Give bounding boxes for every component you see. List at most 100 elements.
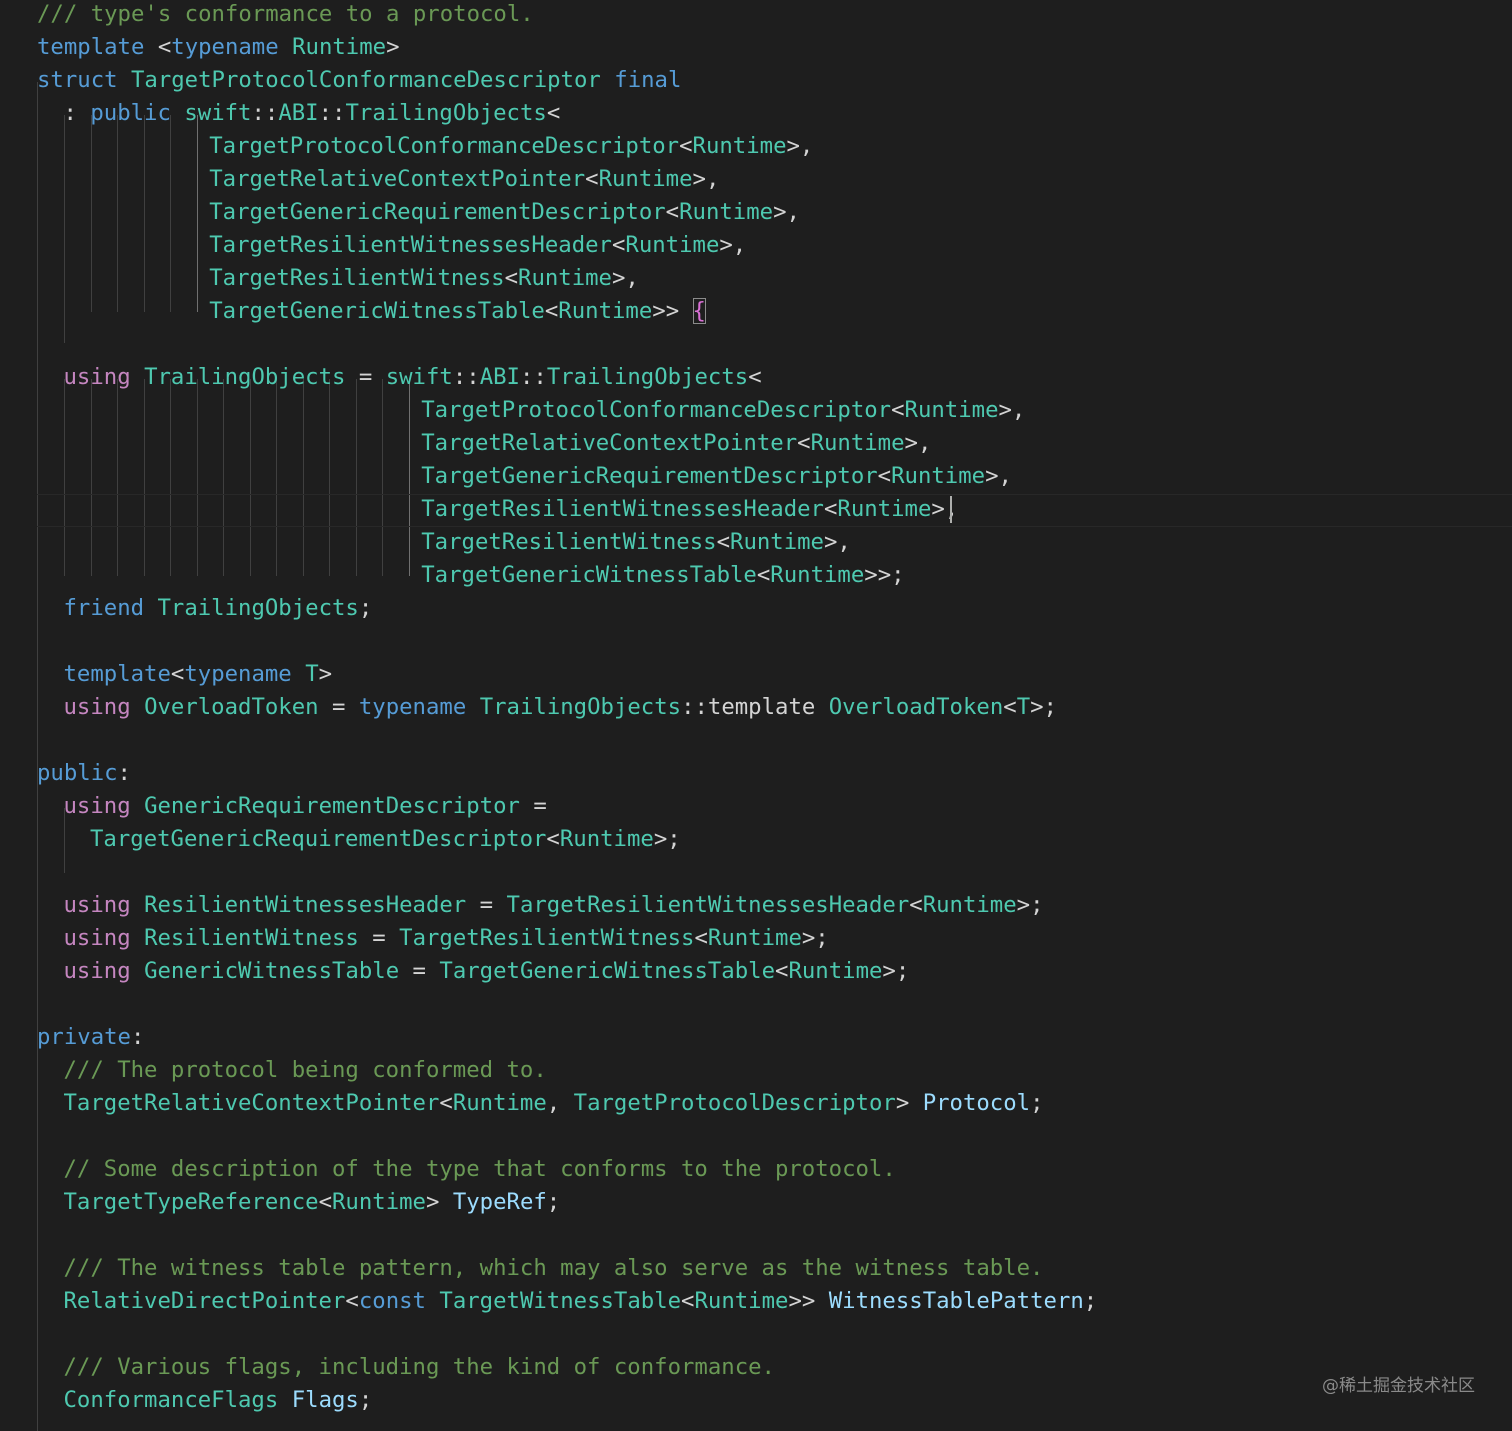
code-token-kw-purple: using: [63, 892, 131, 918]
code-line[interactable]: RelativeDirectPointer<const TargetWitnes…: [64, 1285, 1098, 1318]
code-token-type: Runtime: [625, 232, 720, 258]
code-token-plain: =: [358, 925, 400, 951]
code-line[interactable]: using ResilientWitness = TargetResilient…: [64, 922, 829, 955]
code-token-plain: =: [345, 364, 386, 390]
code-token-plain: <: [439, 1090, 453, 1116]
indent-guide: [196, 379, 198, 576]
code-token-type: TargetRelativeContextPointer: [63, 1090, 440, 1116]
code-line[interactable]: struct TargetProtocolConformanceDescript…: [37, 64, 681, 97]
code-token-plain: <: [679, 133, 693, 159]
code-token-type: TargetProtocolConformanceDescriptor: [130, 67, 601, 93]
code-line[interactable]: TargetResilientWitness<Runtime>,: [209, 262, 639, 295]
code-token-type: T: [1016, 694, 1031, 720]
code-token-type: Runtime: [598, 166, 693, 192]
code-token-kw-blue: private: [37, 1024, 131, 1050]
code-token-type: ABI: [278, 100, 319, 126]
code-token-plain: >: [386, 34, 400, 60]
code-token-kw-blue: final: [614, 67, 682, 93]
code-token-kw-purple: using: [63, 925, 131, 951]
indent-guide: [382, 379, 383, 576]
code-token-type: TargetProtocolConformanceDescriptor: [421, 397, 892, 423]
code-token-kw-blue: template: [37, 34, 145, 60]
code-line[interactable]: TargetGenericRequirementDescriptor<Runti…: [421, 460, 1012, 493]
code-token-type: TargetRelativeContextPointer: [209, 166, 586, 192]
code-token-type: TargetResilientWitnessesHeader: [209, 232, 612, 258]
code-token-type: Runtime: [694, 1288, 789, 1314]
code-token-var: Flags: [291, 1387, 359, 1413]
code-line[interactable]: using OverloadToken = typename TrailingO…: [64, 691, 1057, 724]
code-token-plain: >: [895, 1090, 923, 1116]
indent-guide: [196, 115, 198, 312]
code-token-kw-blue: struct: [37, 67, 118, 93]
code-token-type: TrailingObjects: [144, 364, 346, 390]
code-line[interactable]: TargetProtocolConformanceDescriptor<Runt…: [421, 394, 1025, 427]
code-line[interactable]: private:: [37, 1021, 144, 1054]
code-line[interactable]: using ResilientWitnessesHeader = TargetR…: [64, 889, 1044, 922]
code-line[interactable]: template<typename T>: [64, 658, 333, 691]
code-line[interactable]: TargetRelativeContextPointer<Runtime, Ta…: [64, 1087, 1044, 1120]
code-line[interactable]: public:: [37, 757, 131, 790]
indent-guide: [276, 379, 277, 576]
code-token-type: TargetGenericRequirementDescriptor: [90, 826, 547, 852]
code-token-plain: >,: [985, 463, 1012, 489]
code-token-plain: :: [130, 1024, 145, 1050]
code-token-plain: >,: [719, 232, 747, 258]
code-token-plain: >>;: [864, 562, 905, 588]
code-line[interactable]: /// Various flags, including the kind of…: [64, 1351, 775, 1384]
code-token-type: Runtime: [770, 562, 865, 588]
code-token-type: ABI: [479, 364, 520, 390]
code-token-type: GenericWitnessTable: [144, 958, 400, 984]
code-line[interactable]: /// type's conformance to a protocol.: [37, 0, 534, 31]
code-token-type: Runtime: [679, 199, 774, 225]
code-line[interactable]: : public swift::ABI::TrailingObjects<: [64, 97, 561, 130]
text-cursor: [950, 496, 952, 523]
watermark: @稀土掘金技术社区: [1322, 1376, 1475, 1396]
code-line[interactable]: /// The witness table pattern, which may…: [64, 1252, 1044, 1285]
code-token-type: OverloadToken: [828, 694, 1004, 720]
code-line[interactable]: TargetRelativeContextPointer<Runtime>,: [421, 427, 931, 460]
code-token-brace: {: [692, 298, 706, 324]
code-line[interactable]: TargetGenericRequirementDescriptor<Runti…: [209, 196, 800, 229]
code-line[interactable]: TargetRelativeContextPointer<Runtime>,: [209, 163, 719, 196]
code-line[interactable]: ConformanceFlags Flags;: [64, 1384, 373, 1417]
code-token-plain: ;: [358, 1387, 373, 1413]
code-token-kw-blue: typename: [171, 34, 279, 60]
code-line[interactable]: using TrailingObjects = swift::ABI::Trai…: [64, 361, 762, 394]
code-line[interactable]: TargetResilientWitnessesHeader<Runtime>,: [421, 493, 958, 526]
code-token-type: swift: [184, 100, 252, 126]
code-line[interactable]: TargetResilientWitnessesHeader<Runtime>,: [209, 229, 746, 262]
code-token-plain: >,: [611, 265, 639, 291]
code-line[interactable]: template <typename Runtime>: [37, 31, 400, 64]
code-token-plain: =: [318, 694, 359, 720]
code-line[interactable]: TargetProtocolConformanceDescriptor<Runt…: [209, 130, 813, 163]
code-token-type: TargetTypeReference: [63, 1189, 319, 1215]
code-line[interactable]: // Some description of the type that con…: [64, 1153, 896, 1186]
code-token-type: TargetGenericWitnessTable: [421, 562, 757, 588]
indent-guide: [64, 115, 65, 312]
code-token-type: Runtime: [730, 529, 824, 555]
code-editor[interactable]: /// type's conformance to a protocol. tem…: [0, 0, 1512, 1431]
code-line[interactable]: /// The protocol being conformed to.: [64, 1054, 547, 1087]
code-line[interactable]: TargetResilientWitness<Runtime>,: [421, 526, 851, 559]
code-token-plain: <: [1003, 694, 1017, 720]
code-token-type: TargetResilientWitnessesHeader: [506, 892, 910, 918]
indent-guide: [223, 379, 224, 576]
code-token-type: ResilientWitnessesHeader: [144, 892, 467, 918]
code-line[interactable]: TargetGenericWitnessTable<Runtime>>;: [421, 559, 904, 592]
code-token-var: Protocol: [922, 1090, 1031, 1116]
code-line[interactable]: using GenericRequirementDescriptor =: [64, 790, 547, 823]
code-line[interactable]: using GenericWitnessTable = TargetGeneri…: [64, 955, 910, 988]
code-token-plain: <: [681, 1288, 695, 1314]
code-line[interactable]: TargetTypeReference<Runtime> TypeRef;: [64, 1186, 561, 1219]
code-line[interactable]: TargetGenericWitnessTable<Runtime>> {: [209, 295, 706, 328]
code-token-type: T: [305, 661, 319, 687]
code-token-plain: <: [611, 232, 626, 258]
code-line[interactable]: friend TrailingObjects;: [64, 592, 373, 625]
code-line[interactable]: TargetGenericRequirementDescriptor<Runti…: [90, 823, 681, 856]
